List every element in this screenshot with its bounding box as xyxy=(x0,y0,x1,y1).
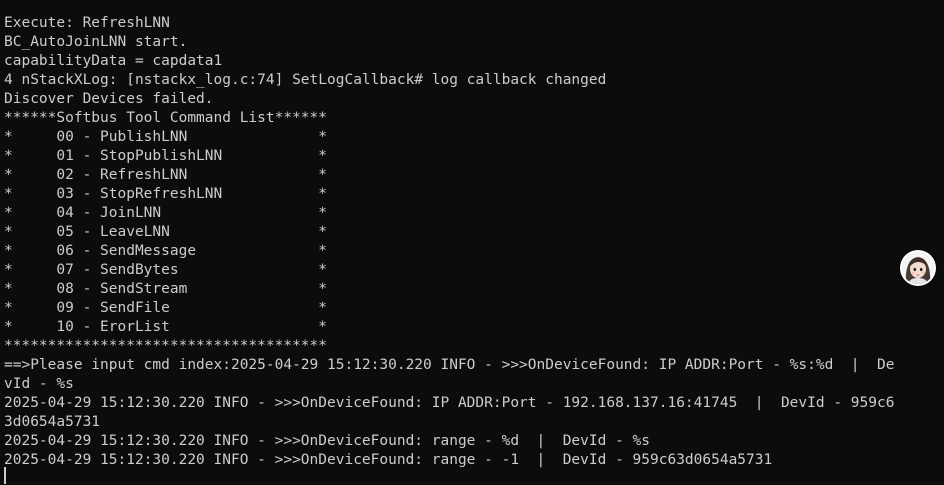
terminal-line: capabilityData = capdata1 xyxy=(4,53,223,69)
terminal-line: * 10 - ErorList * xyxy=(4,319,328,335)
terminal-line: * 05 - LeaveLNN * xyxy=(4,224,328,240)
user-avatar-icon[interactable] xyxy=(900,250,936,286)
terminal-line: * 03 - StopRefreshLNN * xyxy=(4,186,328,202)
terminal-line: BC_AutoJoinLNN start. xyxy=(4,34,188,50)
terminal-line: * 02 - RefreshLNN * xyxy=(4,167,328,183)
terminal-line: * 07 - SendBytes * xyxy=(4,262,328,278)
terminal-line: ******Softbus Tool Command List****** xyxy=(4,110,328,126)
terminal-line: * 04 - JoinLNN * xyxy=(4,205,328,221)
terminal-line: * 01 - StopPublishLNN * xyxy=(4,148,328,164)
terminal-line: ==>Please input cmd index:2025-04-29 15:… xyxy=(4,357,895,373)
terminal-line: Discover Devices failed. xyxy=(4,91,214,107)
terminal-line: 4 nStackXLog: [nstackx_log.c:74] SetLogC… xyxy=(4,72,607,88)
terminal-line: 3d0654a5731 xyxy=(4,414,101,430)
terminal-line: ************************************* xyxy=(4,338,328,354)
terminal-line: 2025-04-29 15:12:30.220 INFO - >>>OnDevi… xyxy=(4,452,773,468)
terminal-line: Execute: RefreshLNN xyxy=(4,15,170,31)
terminal-line: vId - %s xyxy=(4,376,74,392)
terminal-output: Execute: RefreshLNN BC_AutoJoinLNN start… xyxy=(4,14,934,470)
terminal-line: 2025-04-29 15:12:30.220 INFO - >>>OnDevi… xyxy=(4,433,651,449)
text-cursor xyxy=(4,467,6,484)
terminal-line: * 09 - SendFile * xyxy=(4,300,328,316)
terminal-window[interactable]: Execute: RefreshLNN BC_AutoJoinLNN start… xyxy=(0,0,944,485)
terminal-line: * 06 - SendMessage * xyxy=(4,243,328,259)
terminal-line: * 00 - PublishLNN * xyxy=(4,129,328,145)
terminal-line: * 08 - SendStream * xyxy=(4,281,328,297)
terminal-line: 2025-04-29 15:12:30.220 INFO - >>>OnDevi… xyxy=(4,395,895,411)
avatar-face-graphic xyxy=(902,252,934,284)
